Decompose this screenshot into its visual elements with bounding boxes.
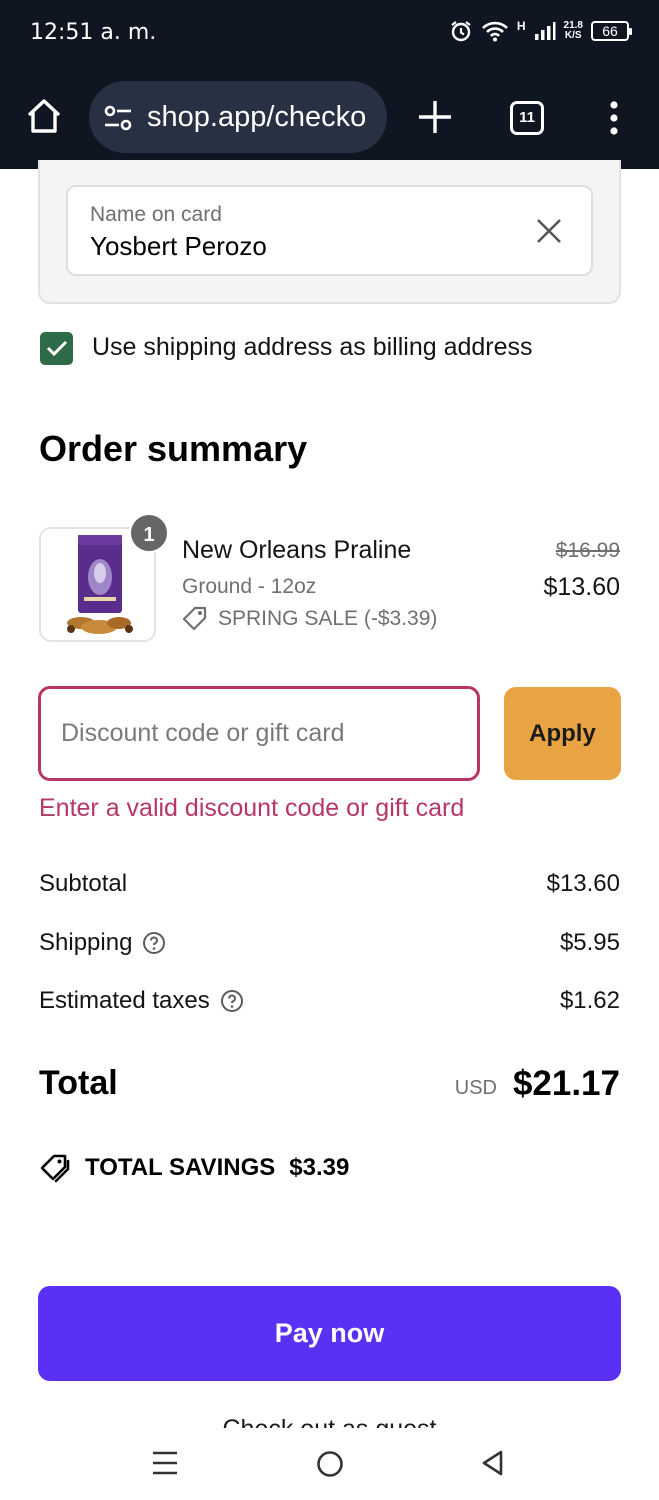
tab-switcher-button[interactable]: 11 xyxy=(510,101,544,135)
network-speed: 21.8 K/S xyxy=(563,20,583,41)
home-nav-icon[interactable] xyxy=(316,1450,344,1478)
wifi-icon xyxy=(481,21,508,42)
signal-icon xyxy=(534,22,556,40)
tags-icon xyxy=(40,1154,70,1183)
battery-indicator: 66 xyxy=(591,21,632,41)
total-savings-value: $3.39 xyxy=(289,1154,350,1181)
name-on-card-label: Name on card xyxy=(90,203,222,226)
shipping-label: Shipping xyxy=(39,929,166,957)
shipping-value: $5.95 xyxy=(559,929,620,956)
product-name: New Orleans Praline xyxy=(182,536,412,564)
alarm-icon xyxy=(451,21,471,42)
product-variant: Ground - 12oz xyxy=(182,575,317,598)
tag-icon xyxy=(182,606,207,631)
clear-icon[interactable] xyxy=(535,217,563,245)
status-time: 12:51 a. m. xyxy=(30,20,157,45)
more-options-icon[interactable] xyxy=(604,100,624,136)
total-currency: USD xyxy=(454,1077,497,1099)
check-icon xyxy=(46,340,68,357)
back-icon[interactable] xyxy=(481,1449,505,1477)
billing-address-label[interactable]: Use shipping address as billing address xyxy=(92,333,533,362)
total-savings-label: TOTAL SAVINGS xyxy=(85,1154,276,1181)
original-price: $16.99 xyxy=(555,539,620,562)
taxes-label: Estimated taxes xyxy=(39,987,244,1015)
total-value: $21.17 xyxy=(512,1064,620,1103)
apply-button[interactable]: Apply xyxy=(504,687,621,780)
total-label: Total xyxy=(39,1064,118,1102)
home-icon[interactable] xyxy=(24,96,64,136)
url-text[interactable]: shop.app/checko xyxy=(147,101,377,134)
recent-apps-icon[interactable] xyxy=(152,1450,178,1476)
discount-error-message: Enter a valid discount code or gift card xyxy=(39,794,465,822)
new-tab-icon[interactable] xyxy=(416,98,454,136)
site-settings-icon[interactable] xyxy=(103,105,133,131)
order-summary-title: Order summary xyxy=(39,428,308,469)
name-on-card-value[interactable]: Yosbert Perozo xyxy=(90,231,267,262)
subtotal-label: Subtotal xyxy=(39,870,128,897)
product-discount-label: SPRING SALE (-$3.39) xyxy=(218,607,438,630)
billing-address-checkbox[interactable] xyxy=(40,332,73,365)
status-icons: H 21.8 K/S 66 xyxy=(449,19,632,43)
checkout-as-guest-link[interactable]: Check out as guest xyxy=(0,1414,659,1428)
help-icon[interactable] xyxy=(142,931,166,955)
help-icon[interactable] xyxy=(220,989,244,1013)
total-savings: TOTAL SAVINGS $3.39 xyxy=(39,1153,349,1183)
network-type: H xyxy=(516,19,526,33)
sale-price: $13.60 xyxy=(543,573,620,601)
name-on-card-field[interactable]: Name on card Yosbert Perozo xyxy=(66,185,593,276)
url-bar[interactable]: shop.app/checko xyxy=(89,81,387,153)
discount-code-input[interactable] xyxy=(38,686,480,781)
taxes-value: $1.62 xyxy=(559,987,620,1014)
subtotal-value: $13.60 xyxy=(546,870,620,897)
quantity-badge: 1 xyxy=(129,513,169,553)
browser-chrome: 12:51 a. m. H 21.8 K/S 66 shop.app/check… xyxy=(0,0,659,169)
system-navigation-bar xyxy=(0,1428,659,1500)
product-discount: SPRING SALE (-$3.39) xyxy=(182,606,437,632)
pay-now-button[interactable]: Pay now xyxy=(38,1286,621,1381)
